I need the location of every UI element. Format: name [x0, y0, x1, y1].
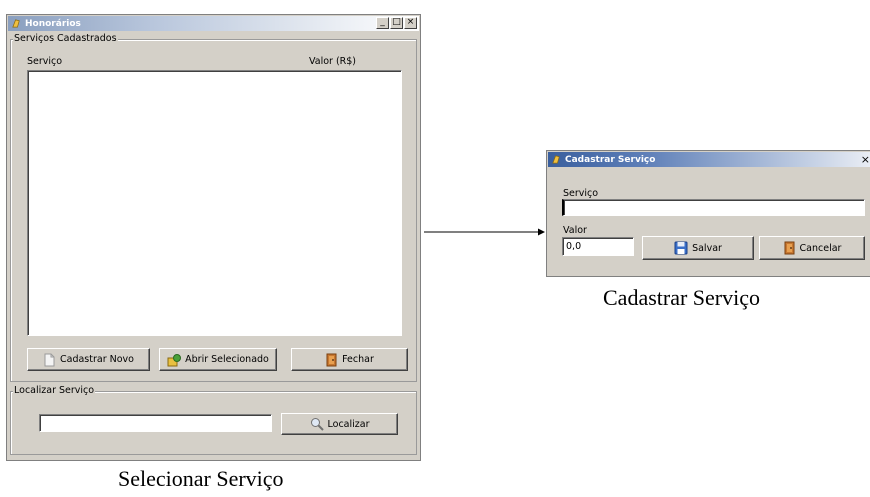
search-group-label: Localizar Serviço	[13, 385, 96, 396]
caption-select-service: Selecionar Serviço	[118, 466, 284, 491]
services-group-label: Serviços Cadastrados	[13, 33, 118, 44]
service-label: Serviço	[563, 188, 599, 199]
close-window-button[interactable]: Fechar	[291, 348, 408, 371]
dialog-title: Cadastrar Serviço	[565, 154, 656, 165]
close-window-label: Fechar	[342, 354, 374, 365]
main-window: Honorários _ □ × Serviços Cadastrados Se…	[6, 14, 421, 461]
open-selected-label: Abrir Selecionado	[185, 354, 269, 365]
app-icon	[12, 19, 20, 28]
close-button[interactable]: ×	[404, 17, 417, 29]
exit-door-icon	[784, 241, 795, 255]
column-header-value[interactable]: Valor (R$)	[309, 56, 356, 67]
maximize-button[interactable]: □	[390, 17, 403, 29]
search-input[interactable]	[39, 414, 272, 432]
save-button[interactable]: Salvar	[642, 236, 754, 260]
save-button-label: Salvar	[692, 242, 722, 254]
service-input[interactable]	[562, 199, 865, 216]
dialog-app-icon	[552, 155, 560, 164]
dialog-titlebar[interactable]: Cadastrar Serviço ×	[548, 152, 870, 167]
cancel-button[interactable]: Cancelar	[759, 236, 865, 260]
new-service-label: Cadastrar Novo	[60, 354, 134, 365]
services-list[interactable]	[27, 70, 402, 336]
value-label: Valor	[563, 225, 587, 236]
search-group: Localizar Serviço Localizar	[10, 385, 417, 455]
services-group: Serviços Cadastrados Serviço Valor (R$) …	[10, 33, 417, 382]
value-input[interactable]	[562, 237, 634, 256]
main-window-title: Honorários	[25, 18, 81, 29]
exit-door-icon	[326, 353, 337, 366]
caption-register-service: Cadastrar Serviço	[603, 285, 760, 310]
column-header-service[interactable]: Serviço	[27, 56, 62, 67]
search-button[interactable]: Localizar	[281, 413, 398, 435]
new-document-icon	[44, 353, 55, 366]
open-selected-button[interactable]: Abrir Selecionado	[159, 348, 277, 371]
minimize-button[interactable]: _	[376, 17, 389, 29]
cancel-button-label: Cancelar	[799, 242, 842, 254]
search-icon	[310, 418, 324, 431]
open-selected-icon	[167, 353, 182, 366]
new-service-button[interactable]: Cadastrar Novo	[27, 348, 150, 371]
floppy-disk-icon	[674, 241, 688, 255]
search-button-label: Localizar	[327, 418, 370, 430]
flow-arrow	[424, 228, 545, 236]
main-titlebar[interactable]: Honorários _ □ ×	[8, 16, 419, 31]
dialog-close-button[interactable]: ×	[861, 153, 870, 166]
register-dialog: Cadastrar Serviço × Serviço Valor Salvar…	[546, 150, 870, 277]
